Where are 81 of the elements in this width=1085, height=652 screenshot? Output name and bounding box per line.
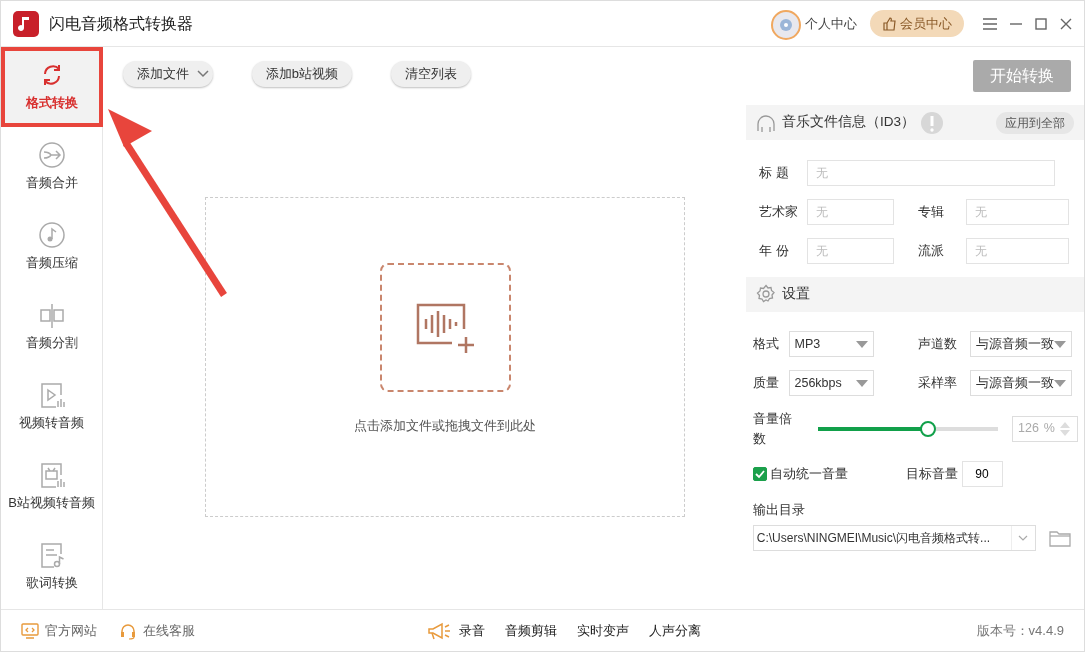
official-website-link[interactable]: 官方网站 xyxy=(21,620,97,641)
volume-unit: % xyxy=(1043,420,1055,438)
add-file-button[interactable]: 添加文件 xyxy=(123,61,213,87)
slider-thumb[interactable] xyxy=(919,420,936,437)
avatar-icon xyxy=(770,7,802,40)
text-field[interactable]: 无 xyxy=(966,198,1069,225)
merge-icon xyxy=(38,142,65,169)
dropdown-arrow-icon xyxy=(855,340,868,348)
field-label: 流派 xyxy=(918,241,945,260)
apply-to-all-button[interactable]: 应用到全部 xyxy=(996,111,1074,134)
music-note-icon xyxy=(38,222,65,249)
tv-icon xyxy=(38,462,65,489)
checkmark-icon xyxy=(754,469,765,479)
split-icon xyxy=(38,302,65,329)
target-volume-field[interactable]: 90 xyxy=(961,461,1003,487)
folder-icon[interactable] xyxy=(1048,528,1071,547)
volume-value: 126 xyxy=(1018,420,1039,438)
lyrics-document-icon xyxy=(38,542,65,569)
sidebar-item[interactable]: 音频压缩 xyxy=(0,207,103,287)
output-path-field[interactable]: C:\Users\NINGMEI\Music\闪电音频格式转... xyxy=(752,524,1036,551)
text-field[interactable]: 无 xyxy=(807,159,1055,186)
sidebar-item[interactable]: 音频分割 xyxy=(0,287,103,367)
drop-hint: 点击添加文件或拖拽文件到此处 xyxy=(354,417,536,436)
dropdown-caret-icon xyxy=(195,67,210,80)
dropdown-select[interactable]: MP3 xyxy=(788,331,874,357)
sidebar-item[interactable]: 音频合并 xyxy=(0,127,103,207)
menu-icon[interactable] xyxy=(983,17,997,30)
online-service-link[interactable]: 在线客服 xyxy=(119,620,195,641)
dropdown-arrow-icon xyxy=(1053,379,1066,387)
field-label: 格式 xyxy=(752,335,780,354)
text-field[interactable]: 无 xyxy=(807,237,894,264)
field-label: 年 份 xyxy=(759,241,790,260)
thumbs-up-icon xyxy=(882,16,897,31)
field-label: 采样率 xyxy=(917,374,958,393)
field-label: 艺术家 xyxy=(759,202,799,221)
vip-center-button[interactable]: 会员中心 xyxy=(870,9,964,38)
tool-link[interactable]: 人声分离 xyxy=(649,620,701,641)
add-bilibili-video-button[interactable]: 添加b站视频 xyxy=(251,61,352,87)
dropdown-select[interactable]: 与源音频一致 xyxy=(969,331,1072,357)
field-label: 音量倍数 xyxy=(752,410,793,448)
headset-icon xyxy=(119,621,137,640)
sidebar-item[interactable]: B站视频转音频 xyxy=(0,447,103,527)
spin-arrows-icon xyxy=(1059,420,1072,437)
settings-icon xyxy=(756,284,776,304)
text-field[interactable]: 无 xyxy=(966,237,1069,264)
dropdown-select[interactable]: 256kbps xyxy=(788,370,874,396)
add-file-area[interactable] xyxy=(379,263,511,393)
headphones-icon xyxy=(756,112,776,133)
field-label: 专辑 xyxy=(918,202,945,221)
sidebar-item[interactable]: 歌词转换 xyxy=(0,527,103,607)
clear-list-button[interactable]: 清空列表 xyxy=(391,61,471,87)
section-title: 设置 xyxy=(782,284,810,303)
text-field[interactable]: 无 xyxy=(807,198,894,225)
video-play-icon xyxy=(38,382,65,409)
auto-volume-checkbox[interactable] xyxy=(752,467,767,481)
field-label: 输出目录 xyxy=(752,501,806,519)
sidebar-item[interactable]: 视频转音频 xyxy=(0,367,103,447)
version-label: 版本号：v4.4.9 xyxy=(976,621,1064,640)
user-center-link[interactable]: 个人中心 xyxy=(805,13,858,34)
field-label: 质量 xyxy=(752,374,780,393)
close-icon[interactable] xyxy=(1060,17,1072,30)
megaphone-icon xyxy=(427,620,451,641)
tool-link[interactable]: 录音 xyxy=(459,620,485,641)
checkbox-label: 自动统一音量 xyxy=(769,465,848,484)
dropdown-select[interactable]: 与源音频一致 xyxy=(969,370,1072,396)
dropdown-arrow-icon xyxy=(855,379,868,387)
tool-link[interactable]: 音频剪辑 xyxy=(505,620,557,641)
website-monitor-icon xyxy=(21,621,39,640)
info-alert-icon xyxy=(921,111,943,134)
sidebar-item[interactable]: 格式转换 xyxy=(0,47,103,127)
section-title: 音乐文件信息（ID3） xyxy=(782,113,915,132)
window-title: 闪电音频格式转换器 xyxy=(49,13,193,34)
dropdown-arrow-icon xyxy=(1053,340,1066,348)
field-label: 目标音量 xyxy=(906,465,959,484)
tool-link[interactable]: 实时变声 xyxy=(577,620,629,641)
drop-zone[interactable]: 点击添加文件或拖拽文件到此处 xyxy=(205,196,685,517)
field-label: 声道数 xyxy=(917,335,958,354)
field-label: 标 题 xyxy=(759,163,790,182)
app-logo-icon xyxy=(13,10,39,37)
output-path: C:\Users\NINGMEI\Music\闪电音频格式转... xyxy=(755,529,992,547)
maximize-icon[interactable] xyxy=(1035,17,1047,30)
